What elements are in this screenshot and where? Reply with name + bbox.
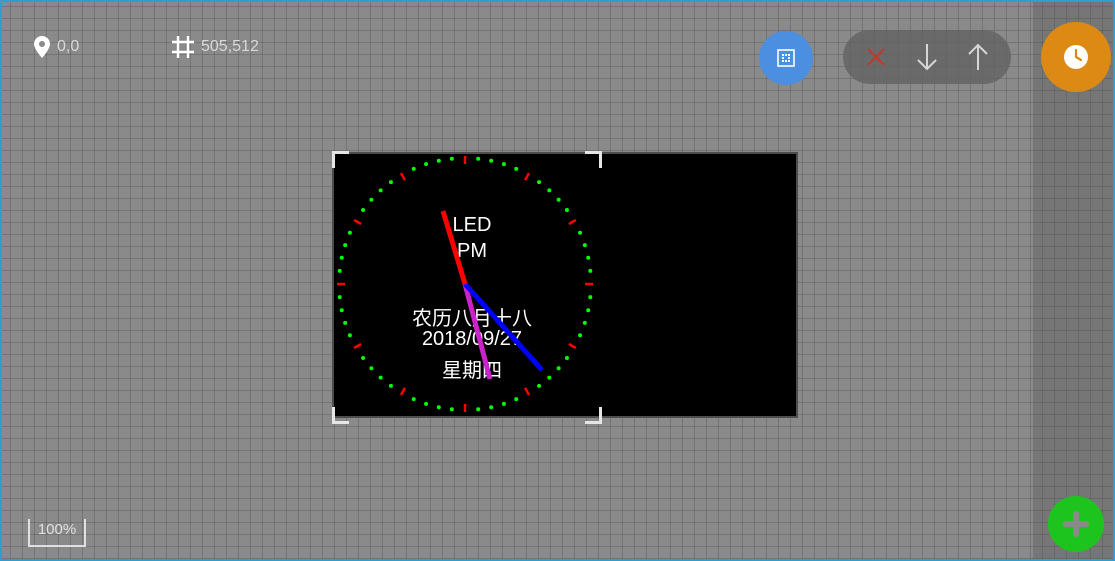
selection-handle-top-left[interactable] [332,151,349,168]
plus-icon [1063,511,1089,537]
arrow-down-icon [917,44,937,71]
selection-handle-top-right[interactable] [585,151,602,168]
position-readout: 0,0 [34,36,79,58]
clock-button[interactable] [1041,22,1111,92]
close-icon [867,48,886,66]
delete-button[interactable] [854,35,898,79]
editor-canvas[interactable]: 0,0 505,512 LED PM 2018/09/27 星期四 100% [0,0,1115,561]
zoom-indicator: 100% [28,519,86,547]
selection-handle-bottom-right[interactable] [585,407,602,424]
clock-hands [440,210,544,380]
clock-icon [1064,45,1088,69]
add-button[interactable] [1048,496,1104,552]
position-value: 0,0 [57,38,80,55]
move-down-button[interactable] [905,35,949,79]
layer-toolbar [843,30,1011,84]
size-value: 505,512 [201,38,259,55]
selection-handle-bottom-left[interactable] [332,407,349,424]
frame-size-icon [172,36,194,58]
arrow-up-icon [967,43,988,70]
grid-toggle-button[interactable] [759,31,813,85]
size-readout: 505,512 [172,36,259,58]
move-up-button[interactable] [956,35,1000,79]
hour-hand [440,210,468,285]
led-screen[interactable]: LED PM 农历八月十八 2018/09/27 星期四 [332,152,798,418]
grid-dots-icon [777,49,795,67]
location-pin-icon [34,36,50,58]
